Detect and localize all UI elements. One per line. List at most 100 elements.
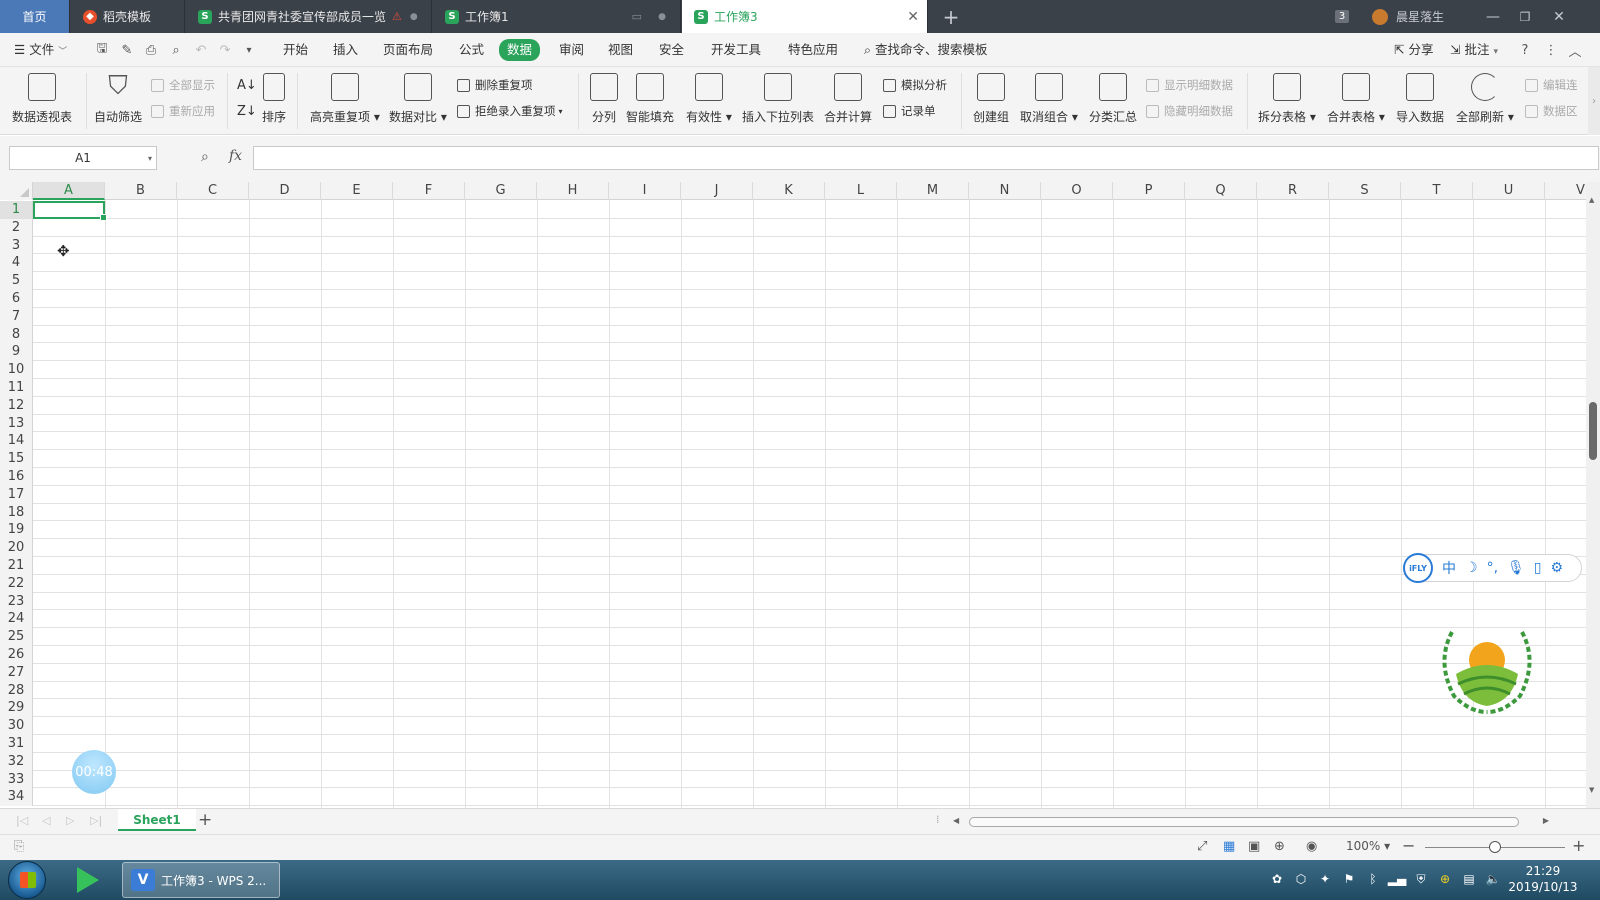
subtotal-button[interactable]: 分类汇总 [1089, 73, 1137, 125]
formula-input[interactable] [253, 146, 1599, 170]
recording-timer[interactable]: 00:48 [72, 750, 116, 794]
close-window-icon[interactable]: ✕ [1544, 0, 1574, 33]
row-header-32[interactable]: 32 [0, 752, 33, 771]
column-header-b[interactable]: B [105, 182, 177, 200]
hide-detail-button[interactable]: 隐藏明细数据 [1146, 102, 1233, 120]
sort-ascending-icon[interactable]: A↓ [237, 76, 257, 94]
tab-templates[interactable]: ◆ 稻壳模板 [71, 0, 185, 33]
page-break-view-icon[interactable]: ▣ [1248, 839, 1260, 854]
menu-view[interactable]: 视图 [608, 40, 633, 60]
remove-duplicates-button[interactable]: 删除重复项 [457, 76, 533, 94]
undo-icon[interactable]: ↶ [192, 41, 210, 59]
gear-icon[interactable]: ⚙ [1551, 560, 1564, 576]
insert-dropdown-button[interactable]: 插入下拉列表 [742, 73, 814, 125]
save-icon[interactable]: 🖫 [93, 41, 111, 59]
chinese-mode-button[interactable]: 中 [1442, 558, 1456, 578]
column-header-k[interactable]: K [753, 182, 825, 200]
row-header-20[interactable]: 20 [0, 539, 33, 558]
sort-descending-icon[interactable]: Z↓ [237, 102, 257, 120]
tray-app-icon[interactable]: ✿ [1270, 872, 1284, 886]
row-header-7[interactable]: 7 [0, 307, 33, 326]
new-tab-button[interactable]: + [938, 0, 964, 33]
tab-doc1[interactable]: S 共青团网青社委宣传部成员一览 ⚠ ● [186, 0, 432, 33]
print-icon[interactable]: ⎙ [142, 41, 160, 59]
row-header-25[interactable]: 25 [0, 628, 33, 647]
row-header-27[interactable]: 27 [0, 663, 33, 682]
more-options-icon[interactable]: ⋮ [1542, 41, 1560, 59]
row-header-19[interactable]: 19 [0, 521, 33, 540]
consolidate-button[interactable]: 合并计算 [824, 73, 872, 125]
command-search[interactable]: ⌕ 查找命令、搜索模板 [864, 40, 988, 60]
column-header-l[interactable]: L [825, 182, 897, 200]
sheet-tab-sheet1[interactable]: Sheet1 [118, 809, 196, 831]
tray-device-icon[interactable]: ▤ [1462, 872, 1476, 886]
print-preview-icon[interactable]: ⌕ [167, 41, 185, 59]
user-account[interactable]: 晨星落生 [1372, 0, 1462, 33]
row-header-1[interactable]: 1 [0, 201, 33, 219]
row-header-9[interactable]: 9 [0, 343, 33, 362]
column-header-g[interactable]: G [465, 182, 537, 200]
show-detail-button[interactable]: 显示明细数据 [1146, 76, 1233, 94]
name-box[interactable]: A1 ▾ [9, 146, 157, 170]
row-header-22[interactable]: 22 [0, 574, 33, 593]
zoom-level[interactable]: 100% ▾ [1346, 839, 1390, 853]
spreadsheet-grid[interactable]: ABCDEFGHIJKLMNOPQRSTUV 1 2 3 4 5 6 7 8 9 10 11 12 13… [0, 182, 1600, 808]
data-compare-button[interactable]: 数据对比 ▾ [389, 73, 447, 125]
row-header-16[interactable]: 16 [0, 468, 33, 486]
customize-quick-access-icon[interactable]: ▾ [240, 41, 258, 59]
import-data-button[interactable]: 导入数据 [1396, 73, 1444, 125]
row-header-14[interactable]: 14 [0, 432, 33, 451]
ungroup-button[interactable]: 取消组合 ▾ [1020, 73, 1078, 125]
create-group-button[interactable]: 创建组 [973, 73, 1009, 125]
zoom-slider-knob[interactable] [1489, 841, 1501, 853]
edit-links-button[interactable]: 编辑连 [1525, 76, 1578, 94]
network-signal-icon[interactable]: ▂▄ [1388, 872, 1406, 886]
row-header-34[interactable]: 34 [0, 788, 33, 807]
row-header-8[interactable]: 8 [0, 325, 33, 344]
normal-view-icon[interactable]: ▦ [1223, 839, 1235, 854]
reading-mode-icon[interactable]: ⊕ [1274, 839, 1285, 854]
menu-page-layout[interactable]: 页面布局 [383, 40, 433, 60]
media-player-taskbar-icon[interactable] [68, 865, 108, 895]
row-header-31[interactable]: 31 [0, 735, 33, 753]
format-painter-icon[interactable]: ✎ [118, 41, 136, 59]
keyboard-icon[interactable]: ▯ [1534, 560, 1542, 576]
column-header-d[interactable]: D [249, 182, 321, 200]
microphone-icon[interactable]: 🎙 [1507, 560, 1525, 576]
scroll-left-icon[interactable]: ◀ [953, 816, 959, 825]
collapse-ribbon-icon[interactable]: ︿ [1566, 41, 1584, 60]
menu-home[interactable]: 开始 [283, 40, 308, 60]
row-header-5[interactable]: 5 [0, 272, 33, 291]
reapply-button[interactable]: 重新应用 [151, 102, 215, 120]
ifly-input-toolbar[interactable]: iFLY 中 ☽ °, 🎙 ▯ ⚙ [1403, 553, 1582, 583]
prev-sheet-icon[interactable]: ◁ [42, 814, 50, 827]
column-header-j[interactable]: J [681, 182, 753, 200]
row-header-17[interactable]: 17 [0, 485, 33, 504]
window-count-badge[interactable]: 3 [1331, 0, 1353, 33]
minimize-icon[interactable]: — [1478, 0, 1508, 33]
row-header-30[interactable]: 30 [0, 717, 33, 736]
menu-data[interactable]: 数据 [499, 39, 541, 61]
row-header-3[interactable]: 3 [0, 236, 33, 255]
reject-duplicates-button[interactable]: 拒绝录入重复项 ▾ [457, 102, 563, 120]
help-icon[interactable]: ? [1516, 41, 1534, 59]
redo-icon[interactable]: ↷ [216, 41, 234, 59]
row-header-11[interactable]: 11 [0, 379, 33, 397]
scroll-down-icon[interactable]: ▼ [1589, 786, 1594, 794]
menu-security[interactable]: 安全 [659, 40, 684, 60]
next-sheet-icon[interactable]: ▷ [66, 814, 74, 827]
row-header-28[interactable]: 28 [0, 681, 33, 700]
tab-doc2[interactable]: S 工作簿1 ▭ ● [433, 0, 681, 33]
start-button[interactable] [8, 861, 46, 899]
horizontal-scroll-thumb[interactable] [969, 817, 1519, 827]
menu-developer[interactable]: 开发工具 [711, 40, 761, 60]
zoom-formula-icon[interactable]: ⌕ [201, 149, 209, 165]
menu-special-apps[interactable]: 特色应用 [788, 40, 838, 60]
row-header-18[interactable]: 18 [0, 503, 33, 522]
fullscreen-icon[interactable]: ⤢ [1197, 839, 1207, 854]
file-menu[interactable]: ☰ 文件 ﹀ [14, 40, 67, 60]
system-clock[interactable]: 21:29 2019/10/13 [1498, 863, 1588, 895]
tray-antivirus-icon[interactable]: ✦ [1318, 872, 1332, 886]
column-header-m[interactable]: M [897, 182, 969, 200]
sort-button[interactable]: 排序 [262, 73, 286, 125]
